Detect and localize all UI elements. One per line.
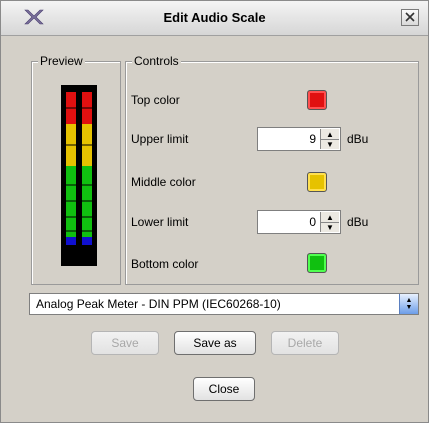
close-button[interactable]: Close — [193, 377, 255, 401]
audio-scale-select[interactable]: Analog Peak Meter - DIN PPM (IEC60268-10… — [29, 293, 419, 315]
upper-limit-label: Upper limit — [131, 132, 189, 146]
lower-limit-spinner[interactable]: 0 ▲ ▼ — [257, 210, 341, 234]
preview-legend: Preview — [38, 54, 85, 68]
edit-audio-scale-dialog: Edit Audio Scale Preview Controls Top co… — [0, 0, 429, 423]
lower-limit-value[interactable]: 0 — [309, 215, 316, 229]
upper-limit-stepper[interactable]: ▲ ▼ — [320, 129, 339, 149]
middle-color-label: Middle color — [131, 175, 196, 189]
top-color-swatch[interactable] — [307, 90, 327, 110]
top-color-label: Top color — [131, 93, 180, 107]
bottom-color-swatch[interactable] — [307, 253, 327, 273]
window-title: Edit Audio Scale — [163, 10, 266, 25]
audio-scale-selected: Analog Peak Meter - DIN PPM (IEC60268-10… — [36, 297, 281, 311]
controls-legend: Controls — [132, 54, 181, 68]
lower-limit-stepper[interactable]: ▲ ▼ — [320, 212, 339, 232]
bottom-color-label: Bottom color — [131, 257, 199, 271]
middle-color-swatch[interactable] — [307, 172, 327, 192]
up-down-arrows-icon[interactable]: ▲ ▼ — [399, 294, 418, 314]
lower-limit-unit: dBu — [347, 215, 369, 229]
title-bar: Edit Audio Scale — [1, 1, 428, 36]
spin-down-icon[interactable]: ▼ — [321, 139, 339, 149]
audio-meter-preview — [61, 85, 97, 266]
delete-button[interactable]: Delete — [271, 331, 339, 355]
save-as-button[interactable]: Save as — [174, 331, 256, 355]
close-icon[interactable] — [401, 9, 419, 26]
upper-limit-unit: dBu — [347, 132, 369, 146]
spin-down-icon[interactable]: ▼ — [321, 222, 339, 232]
lower-limit-label: Lower limit — [131, 215, 189, 229]
upper-limit-value[interactable]: 9 — [309, 132, 316, 146]
upper-limit-spinner[interactable]: 9 ▲ ▼ — [257, 127, 341, 151]
save-button[interactable]: Save — [91, 331, 159, 355]
